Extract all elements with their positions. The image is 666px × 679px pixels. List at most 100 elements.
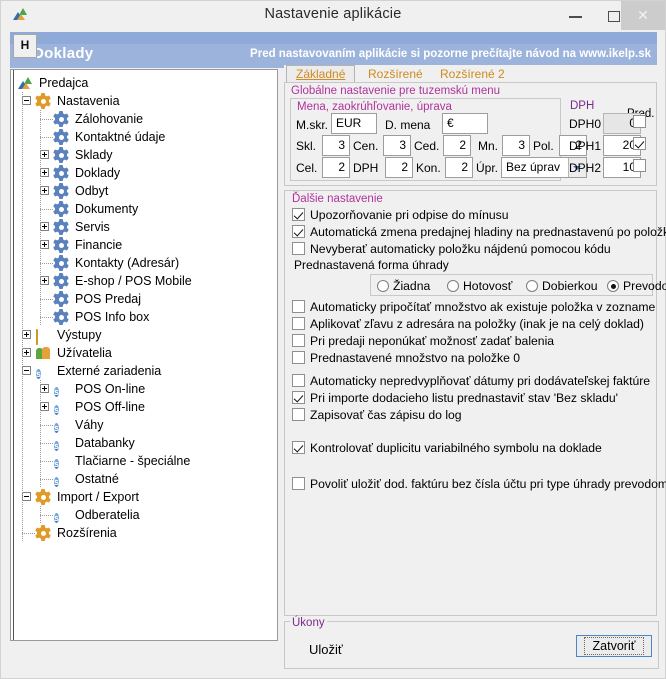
checkbox-nevyberat[interactable] bbox=[292, 242, 305, 255]
tree-item-label: Financie bbox=[75, 236, 122, 254]
expand-icon[interactable] bbox=[40, 150, 49, 159]
checkbox-bez-skladu[interactable] bbox=[292, 391, 305, 404]
upr-label: Úpr. bbox=[476, 161, 498, 175]
tree-item-label: Sklady bbox=[75, 146, 113, 164]
dph2-pred-checkbox[interactable] bbox=[633, 159, 646, 172]
expand-icon[interactable] bbox=[40, 276, 49, 285]
expand-icon[interactable] bbox=[40, 240, 49, 249]
expand-icon[interactable] bbox=[22, 330, 31, 339]
expand-icon[interactable] bbox=[40, 168, 49, 177]
expand-icon[interactable] bbox=[40, 402, 49, 411]
dph1-pred-checkbox[interactable] bbox=[633, 137, 646, 150]
section-header: H Doklady Pred nastavovaním aplikácie si… bbox=[10, 32, 657, 68]
tree-guide-line bbox=[40, 425, 53, 426]
checkbox-zlava[interactable] bbox=[292, 317, 305, 330]
tree-guide-line bbox=[40, 479, 53, 480]
radio-ziadna[interactable] bbox=[377, 280, 389, 292]
expand-icon[interactable] bbox=[40, 384, 49, 393]
expand-icon[interactable] bbox=[40, 186, 49, 195]
other-settings-title: Ďalšie nastavenie bbox=[292, 193, 383, 205]
cen-input[interactable]: 3 bbox=[383, 135, 411, 156]
gear-blue-icon bbox=[54, 220, 69, 234]
tree-guide-line bbox=[22, 533, 35, 534]
checkbox-log[interactable] bbox=[292, 408, 305, 421]
tab-rozsirene-2[interactable]: Rozšírené 2 bbox=[436, 66, 509, 83]
gear-blue-icon bbox=[54, 202, 69, 216]
section-title: Doklady bbox=[33, 45, 93, 62]
mn-input[interactable]: 3 bbox=[502, 135, 530, 156]
circle-s-icon: s bbox=[54, 454, 69, 468]
hotkey-indicator[interactable]: H bbox=[13, 34, 37, 58]
close-dialog-button[interactable]: Zatvoriť bbox=[576, 635, 652, 657]
gear-blue-icon bbox=[54, 274, 69, 288]
cen-label: Cen. bbox=[353, 139, 378, 153]
header-band-top bbox=[10, 32, 657, 44]
checkbox-auto-hladina[interactable] bbox=[292, 225, 305, 238]
tree-item-label: Servis bbox=[75, 218, 110, 236]
tree-item-label: Užívatelia bbox=[57, 344, 112, 362]
dph-rounding-input[interactable]: 2 bbox=[385, 157, 413, 178]
circle-s-icon: s bbox=[36, 364, 51, 378]
tree-guide-line bbox=[40, 317, 53, 318]
checkbox-bez-uctu[interactable] bbox=[292, 477, 305, 490]
radio-dobierkou[interactable] bbox=[526, 280, 538, 292]
dph0-label: DPH0 bbox=[569, 117, 601, 131]
radio-hotovost[interactable] bbox=[447, 280, 459, 292]
kon-input[interactable]: 2 bbox=[445, 157, 473, 178]
checkbox-pripocitat[interactable] bbox=[292, 300, 305, 313]
radio-prevodom[interactable] bbox=[607, 280, 619, 292]
tree-guide-line bbox=[40, 110, 41, 326]
tree-guide-line bbox=[40, 515, 53, 516]
tree-item-label: POS Off-line bbox=[75, 398, 145, 416]
expand-icon[interactable] bbox=[22, 348, 31, 357]
circle-s-icon: s bbox=[54, 418, 69, 432]
circle-s-icon: s bbox=[54, 382, 69, 396]
dph-rounding-label: DPH bbox=[353, 161, 378, 175]
collapse-icon[interactable] bbox=[22, 96, 31, 105]
dmena-input[interactable]: € bbox=[442, 113, 488, 134]
tree-guide-line bbox=[40, 209, 53, 210]
collapse-icon[interactable] bbox=[22, 492, 31, 501]
gear-blue-icon bbox=[54, 256, 69, 270]
tree-item-label: Odbyt bbox=[75, 182, 108, 200]
checkbox-balenia[interactable] bbox=[292, 334, 305, 347]
tree-item-label: Predajca bbox=[39, 74, 88, 92]
checkbox-datumy[interactable] bbox=[292, 374, 305, 387]
tree-item-label: Kontakty (Adresár) bbox=[75, 254, 179, 272]
collapse-icon[interactable] bbox=[22, 366, 31, 375]
global-settings-title: Globálne nastavenie pre tuzemskú menu bbox=[291, 85, 500, 97]
tab-zakladne[interactable]: Základné bbox=[286, 65, 355, 82]
tree-guide-line bbox=[40, 119, 53, 120]
checkbox-duplicita[interactable] bbox=[292, 441, 305, 454]
dph0-pred-checkbox[interactable] bbox=[633, 115, 646, 128]
checkbox-upozornovanie[interactable] bbox=[292, 208, 305, 221]
ced-label: Ced. bbox=[414, 139, 439, 153]
tab-rozsirene[interactable]: Rozšírené bbox=[364, 66, 427, 83]
skl-label: Skl. bbox=[296, 139, 316, 153]
expand-icon[interactable] bbox=[40, 222, 49, 231]
actions-title: Úkony bbox=[290, 617, 327, 629]
minimize-button[interactable] bbox=[557, 1, 595, 30]
checkbox-mnozstvo-0[interactable] bbox=[292, 351, 305, 364]
ced-input[interactable]: 2 bbox=[443, 135, 471, 156]
circle-s-icon: s bbox=[54, 508, 69, 522]
tree-item-label: Externé zariadenia bbox=[57, 362, 161, 380]
settings-tree[interactable]: PredajcaNastaveniaZálohovanieKontaktné ú… bbox=[10, 69, 278, 641]
close-button[interactable]: ✕ bbox=[621, 1, 665, 30]
mskr-label: M.skr. bbox=[296, 118, 328, 132]
gear-blue-icon bbox=[54, 166, 69, 180]
save-button[interactable]: Uložiť bbox=[309, 642, 343, 657]
tree-item-label: Import / Export bbox=[57, 488, 139, 506]
tree-scroll-indicator bbox=[13, 70, 14, 640]
app-logo-icon bbox=[18, 76, 33, 90]
tree-item-label: POS Predaj bbox=[75, 290, 141, 308]
mskr-input[interactable]: EUR bbox=[331, 113, 377, 134]
cel-input[interactable]: 2 bbox=[322, 157, 350, 178]
vat-title: DPH bbox=[570, 100, 594, 112]
skl-input[interactable]: 3 bbox=[322, 135, 350, 156]
payment-radio-group: Žiadna Hotovosť Dobierkou Prevodom bbox=[370, 274, 653, 296]
circle-s-icon: s bbox=[54, 436, 69, 450]
kon-label: Kon. bbox=[416, 161, 441, 175]
tree-item-label: Ostatné bbox=[75, 470, 119, 488]
cel-label: Cel. bbox=[296, 161, 317, 175]
